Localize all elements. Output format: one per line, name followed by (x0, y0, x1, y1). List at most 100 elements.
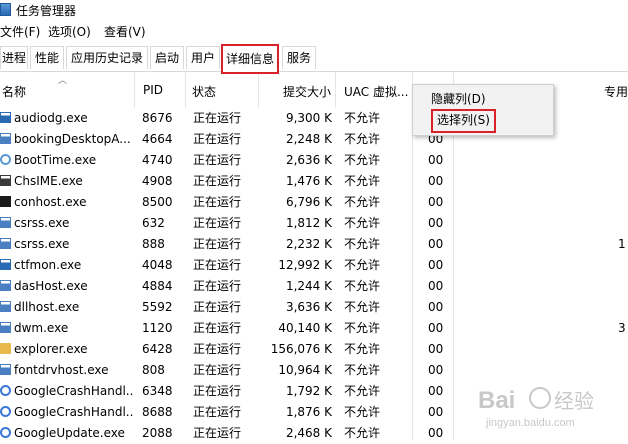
process-uac: 不允许 (344, 195, 381, 209)
process-uac: 不允许 (344, 216, 381, 230)
menu-view[interactable]: 查看(V) (104, 23, 146, 40)
menu-file[interactable]: 文件(F) (0, 23, 40, 40)
column-divider (453, 108, 454, 440)
process-status: 正在运行 (193, 342, 242, 356)
col-name-header[interactable]: ︿ 名称 (0, 72, 135, 108)
tab-services[interactable]: 服务 (282, 46, 316, 69)
tab-performance[interactable]: 性能 (30, 46, 64, 69)
table-row[interactable]: csrss.exe 632 正在运行 1,812 K 不允许 00 (0, 213, 628, 234)
process-name: explorer.exe (14, 342, 88, 356)
process-name: BootTime.exe (14, 153, 97, 167)
process-commit-size: 3,636 K (285, 300, 332, 314)
process-pid: 5592 (142, 300, 173, 314)
app-icon (0, 217, 11, 228)
process-name: dwm.exe (14, 321, 69, 335)
table-row[interactable]: explorer.exe 6428 正在运行 156,076 K 不允许 00 (0, 339, 628, 360)
process-cpu: 00 (428, 405, 444, 419)
process-pid: 4884 (142, 279, 173, 293)
table-row[interactable]: ctfmon.exe 4048 正在运行 12,992 K 不允许 00 (0, 255, 628, 276)
process-commit-size: 1,812 K (285, 216, 332, 230)
process-name: audiodg.exe (14, 111, 88, 125)
google-icon (0, 385, 11, 396)
magnifier-icon (0, 154, 11, 165)
process-uac: 不允许 (344, 258, 381, 272)
tab-details[interactable]: 详细信息 (221, 44, 279, 74)
table-row[interactable]: conhost.exe 8500 正在运行 6,796 K 不允许 00 (0, 192, 628, 213)
process-name: bookingDesktopA... (14, 132, 131, 146)
process-name: dasHost.exe (14, 279, 88, 293)
title-bar: 任务管理器 (0, 0, 628, 20)
process-status: 正在运行 (193, 153, 242, 167)
process-cpu: 00 (428, 363, 444, 377)
process-commit-size: 9,300 K (285, 111, 332, 125)
process-cpu: 00 (428, 174, 444, 188)
process-cpu: 00 (428, 321, 444, 335)
process-pid: 6348 (142, 384, 173, 398)
app-icon (0, 238, 11, 249)
tab-app-history[interactable]: 应用历史记录 (66, 46, 148, 69)
process-status: 正在运行 (193, 258, 242, 272)
process-status: 正在运行 (193, 384, 242, 398)
menu-options[interactable]: 选项(O) (48, 23, 91, 40)
process-uac: 不允许 (344, 237, 381, 251)
google-icon (0, 406, 11, 417)
audio-icon (0, 112, 11, 123)
svg-text:jingyan.baidu.com: jingyan.baidu.com (485, 417, 575, 429)
google-icon (0, 427, 11, 438)
process-commit-size: 156,076 K (270, 342, 332, 356)
svg-text:Bai: Bai (478, 387, 515, 414)
process-pid: 808 (142, 363, 165, 377)
table-row[interactable]: csrss.exe 888 正在运行 2,232 K 不允许 00 1 (0, 234, 628, 255)
col-uac-header[interactable]: UAC 虚拟... (336, 72, 413, 108)
ime-icon (0, 175, 11, 186)
column-context-menu: 隐藏列(D) 选择列(S) (412, 84, 554, 136)
table-row[interactable]: dllhost.exe 5592 正在运行 3,636 K 不允许 00 (0, 297, 628, 318)
process-uac: 不允许 (344, 321, 381, 335)
process-pid: 8688 (142, 405, 173, 419)
process-extra: 3 (618, 321, 626, 335)
column-divider (412, 108, 413, 440)
process-uac: 不允许 (344, 279, 381, 293)
tab-startup[interactable]: 启动 (150, 46, 184, 69)
table-row[interactable]: BootTime.exe 4740 正在运行 2,636 K 不允许 00 (0, 150, 628, 171)
svg-text:经验: 经验 (554, 389, 594, 413)
process-pid: 1120 (142, 321, 173, 335)
table-row[interactable]: dasHost.exe 4884 正在运行 1,244 K 不允许 00 (0, 276, 628, 297)
process-name: csrss.exe (14, 216, 70, 230)
menu-bar: 文件(F) 选项(O) 查看(V) (0, 21, 628, 41)
process-cpu: 00 (428, 237, 444, 251)
process-extra: 1 (618, 237, 626, 251)
col-status-header[interactable]: 状态 (186, 72, 259, 108)
app-icon (0, 133, 11, 144)
process-pid: 6428 (142, 342, 173, 356)
process-status: 正在运行 (193, 111, 242, 125)
process-cpu: 00 (428, 342, 444, 356)
process-commit-size: 2,468 K (285, 426, 332, 440)
process-cpu: 00 (428, 216, 444, 230)
process-name: GoogleCrashHandl... (14, 405, 134, 419)
process-commit-size: 12,992 K (278, 258, 332, 272)
process-uac: 不允许 (344, 132, 381, 146)
hide-column-item[interactable]: 隐藏列(D) (431, 89, 486, 109)
baidu-watermark: Bai 经验 jingyan.baidu.com (468, 380, 628, 440)
process-name: fontdrvhost.exe (14, 363, 109, 377)
table-row[interactable]: ChsIME.exe 4908 正在运行 1,476 K 不允许 00 (0, 171, 628, 192)
tab-users[interactable]: 用户 (186, 46, 220, 69)
process-uac: 不允许 (344, 426, 381, 440)
col-pid-header[interactable]: PID (135, 72, 186, 108)
process-pid: 4664 (142, 132, 173, 146)
select-columns-item[interactable]: 选择列(S) (431, 109, 496, 133)
process-pid: 4740 (142, 153, 173, 167)
process-commit-size: 1,476 K (285, 174, 332, 188)
col-commit-header[interactable]: 提交大小 (259, 72, 336, 108)
process-status: 正在运行 (193, 237, 242, 251)
table-row[interactable]: dwm.exe 1120 正在运行 40,140 K 不允许 00 3 (0, 318, 628, 339)
console-icon (0, 196, 11, 207)
process-status: 正在运行 (193, 321, 242, 335)
table-row[interactable]: fontdrvhost.exe 808 正在运行 10,964 K 不允许 00 (0, 360, 628, 381)
process-cpu: 00 (428, 426, 444, 440)
process-cpu: 00 (428, 279, 444, 293)
tab-processes[interactable]: 进程 (0, 46, 28, 69)
sort-arrow-icon: ︿ (58, 76, 68, 86)
process-pid: 888 (142, 237, 165, 251)
